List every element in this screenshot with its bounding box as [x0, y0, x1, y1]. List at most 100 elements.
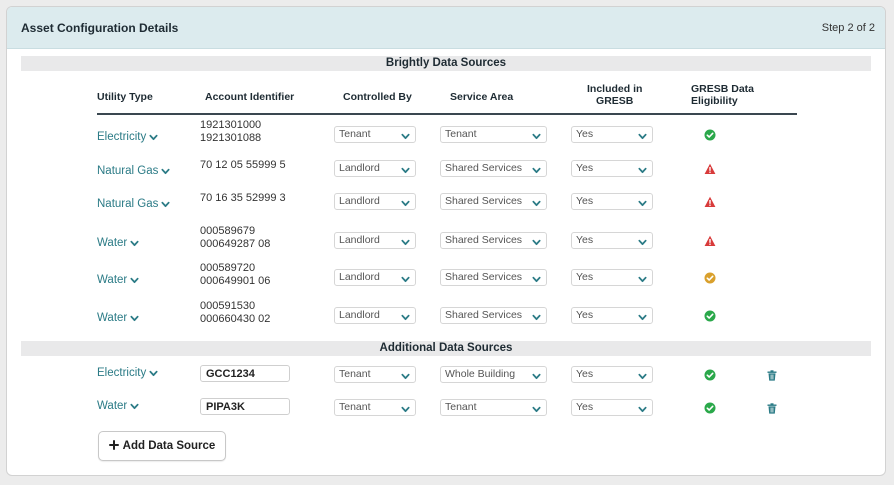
included-gresb-select[interactable]: Yes	[571, 366, 653, 383]
table-row: Natural Gas 70 12 05 55999 5 Landlord Share…	[7, 157, 885, 193]
add-data-source-button[interactable]: Add Data Source	[98, 431, 226, 461]
col-account-identifier: Account Identifier	[205, 91, 295, 103]
chevron-down-icon	[401, 165, 410, 174]
controlled-by-select-value: Landlord	[339, 162, 380, 174]
check-circle-icon	[704, 128, 716, 141]
utility-type-label: Water	[97, 400, 128, 412]
utility-type-dropdown[interactable]: Water	[97, 400, 139, 412]
chevron-down-icon	[638, 274, 647, 283]
included-gresb-select-value: Yes	[576, 271, 594, 283]
account-line-1: 1921301000	[200, 119, 262, 131]
chevron-down-icon	[401, 371, 410, 380]
chevron-down-icon	[638, 198, 647, 207]
warning-icon	[704, 195, 716, 207]
included-gresb-select[interactable]: Yes	[571, 307, 653, 324]
service-area-select[interactable]: Tenant	[440, 126, 547, 143]
col-eligibility-line2: Eligibility	[691, 95, 738, 107]
account-line-2: 000649901 06	[200, 275, 271, 287]
included-gresb-select[interactable]: Yes	[571, 193, 653, 210]
account-identifier-input[interactable]: PIPA3K	[200, 398, 290, 415]
included-gresb-select-value: Yes	[576, 309, 594, 321]
account-identifier-input[interactable]: GCC1234	[200, 365, 290, 382]
account-line-2: 1921301088	[200, 132, 262, 144]
account-identifier: 1921301000 1921301088	[200, 119, 261, 145]
col-service-area: Service Area	[450, 91, 514, 103]
service-area-select-value: Shared Services	[445, 195, 523, 207]
controlled-by-select-value: Landlord	[339, 309, 380, 321]
utility-type-dropdown[interactable]: Water	[97, 312, 139, 324]
utility-type-dropdown[interactable]: Water	[97, 274, 139, 286]
utility-type-dropdown[interactable]: Water	[97, 237, 139, 249]
account-line-1: 70 12 05 55999 5	[200, 159, 286, 171]
utility-type-label: Electricity	[97, 131, 147, 143]
account-identifier: 000589679 000649287 08	[200, 225, 270, 251]
chevron-down-icon	[532, 371, 541, 380]
chevron-down-icon	[532, 312, 541, 321]
table-row: Water 000591530 000660430 02 Landlord Shared…	[7, 298, 885, 334]
included-gresb-select-value: Yes	[576, 128, 594, 140]
controlled-by-select[interactable]: Tenant	[334, 399, 416, 416]
chevron-down-icon	[161, 167, 170, 176]
service-area-select[interactable]: Shared Services	[440, 232, 547, 249]
service-area-select[interactable]: Shared Services	[440, 307, 547, 324]
check-circle-icon	[704, 401, 716, 414]
service-area-select-value: Shared Services	[445, 162, 523, 174]
included-gresb-select[interactable]: Yes	[571, 269, 653, 286]
col-eligibility-line1: GRESB Data	[691, 83, 755, 95]
controlled-by-select-value: Landlord	[339, 271, 380, 283]
service-area-select[interactable]: Shared Services	[440, 269, 547, 286]
included-gresb-select[interactable]: Yes	[571, 232, 653, 249]
service-area-select[interactable]: Tenant	[440, 399, 547, 416]
account-identifier: 000591530 000660430 02	[200, 300, 270, 326]
trash-icon[interactable]	[767, 401, 777, 414]
chevron-down-icon	[401, 198, 410, 207]
included-gresb-select-value: Yes	[576, 162, 594, 174]
controlled-by-select-value: Tenant	[339, 401, 371, 413]
plus-icon	[108, 439, 119, 453]
chevron-down-icon	[130, 276, 139, 285]
controlled-by-select[interactable]: Tenant	[334, 126, 416, 143]
controlled-by-select[interactable]: Landlord	[334, 160, 416, 177]
included-gresb-select[interactable]: Yes	[571, 160, 653, 177]
service-area-select[interactable]: Whole Building	[440, 366, 547, 383]
chevron-down-icon	[532, 198, 541, 207]
controlled-by-select[interactable]: Landlord	[334, 269, 416, 286]
utility-type-dropdown[interactable]: Electricity	[97, 131, 158, 143]
warning-icon	[704, 162, 716, 174]
utility-type-dropdown[interactable]: Natural Gas	[97, 165, 170, 177]
account-identifier: 70 12 05 55999 5	[200, 159, 286, 172]
trash-icon[interactable]	[767, 368, 777, 381]
chevron-down-icon	[638, 312, 647, 321]
section-additional: Additional Data Sources	[21, 341, 871, 356]
service-area-select[interactable]: Shared Services	[440, 160, 547, 177]
account-line-1: 000591530	[200, 300, 256, 312]
service-area-select-value: Tenant	[445, 401, 477, 413]
chevron-down-icon	[638, 404, 647, 413]
utility-type-label: Water	[97, 312, 128, 324]
check-circle-icon	[704, 271, 716, 284]
utility-type-dropdown[interactable]: Natural Gas	[97, 198, 170, 210]
chevron-down-icon	[638, 131, 647, 140]
account-line-1: 70 16 35 52999 3	[200, 192, 286, 204]
warning-icon	[704, 234, 716, 246]
service-area-select-value: Shared Services	[445, 271, 523, 283]
header-divider	[97, 113, 797, 115]
controlled-by-select[interactable]: Landlord	[334, 307, 416, 324]
account-line-1: 000589679	[200, 225, 256, 237]
included-gresb-select-value: Yes	[576, 195, 594, 207]
controlled-by-select[interactable]: Tenant	[334, 366, 416, 383]
step-indicator: Step 2 of 2	[821, 21, 875, 34]
table-row: Water 000589720 000649901 06 Landlord Shared…	[7, 260, 885, 296]
service-area-select[interactable]: Shared Services	[440, 193, 547, 210]
chevron-down-icon	[401, 404, 410, 413]
chevron-down-icon	[532, 274, 541, 283]
account-line-2: 000660430 02	[200, 313, 271, 325]
controlled-by-select[interactable]: Landlord	[334, 193, 416, 210]
controlled-by-select[interactable]: Landlord	[334, 232, 416, 249]
utility-type-label: Water	[97, 237, 128, 249]
chevron-down-icon	[401, 274, 410, 283]
included-gresb-select[interactable]: Yes	[571, 399, 653, 416]
utility-type-dropdown[interactable]: Electricity	[97, 367, 158, 379]
included-gresb-select[interactable]: Yes	[571, 126, 653, 143]
included-gresb-select-value: Yes	[576, 368, 594, 380]
